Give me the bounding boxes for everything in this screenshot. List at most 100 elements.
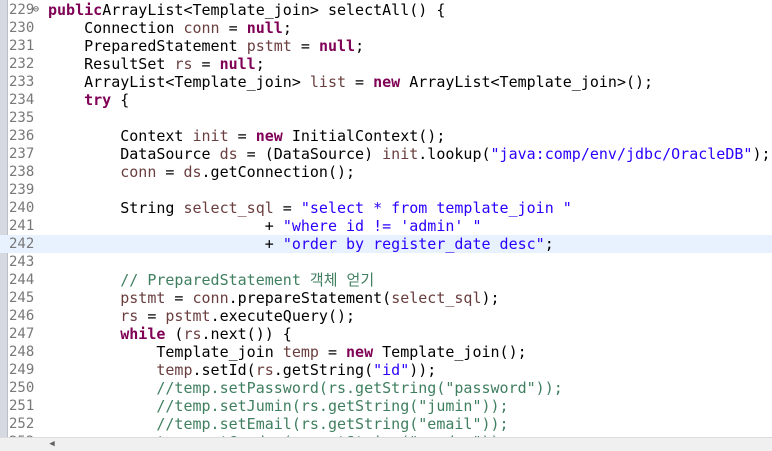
code-line[interactable]: 234 try { [0,91,772,109]
code-line[interactable]: 236 Context init = new InitialContext(); [0,127,772,145]
line-number: 242 [9,236,35,252]
code-line[interactable]: 244 // PreparedStatement 객체 얻기 [0,271,772,289]
code-line[interactable]: 247 while (rs.next()) { [0,325,772,343]
code-token: .lookup( [418,145,491,163]
code-text[interactable]: ArrayList<Template_join> list = new Arra… [48,73,653,91]
code-token: temp [156,361,193,379]
code-line[interactable]: 229 ⊖ publicArrayList<Template_join> selec… [0,1,772,19]
line-number: 240 [9,200,35,216]
code-line[interactable]: 232 ResultSet rs = null; [0,55,772,73]
code-token: conn [192,289,229,307]
code-text[interactable]: //temp.setJumin(rs.getString("jumin")); [48,397,509,415]
fold-collapse-icon[interactable]: ⊖ [30,1,42,19]
code-line[interactable]: 240 String select_sql = "select * from t… [0,199,772,217]
code-text[interactable]: //temp.setPassword(rs.getString("passwor… [48,379,562,397]
code-line[interactable]: 233 ArrayList<Template_join> list = new … [0,73,772,91]
line-number: 243 [9,254,35,270]
code-text[interactable]: String select_sql = "select * from templ… [48,199,572,217]
code-text[interactable]: //temp.setEmail(rs.getString("email")); [48,415,508,433]
code-token: select_sql [391,289,482,307]
code-token: rs [174,55,193,73]
code-line[interactable]: 252 //temp.setEmail(rs.getString("email"… [0,415,772,433]
code-line[interactable]: 245 pstmt = conn.prepareStatement(select… [0,289,772,307]
line-number: 247 [9,326,35,342]
line-number: 230 [9,20,35,36]
code-line[interactable]: 235 [0,109,772,127]
code-token: Connection [48,19,184,37]
code-line[interactable]: 239 [0,181,772,199]
code-token: .prepareStatement( [228,289,392,307]
code-text[interactable]: PreparedStatement pstmt = null; [48,37,364,55]
code-text[interactable]: temp.setId(rs.getString("id")); [48,361,436,379]
code-token: try [84,91,112,109]
code-text[interactable]: DataSource ds = (DataSource) init.lookup… [48,145,770,163]
code-line[interactable]: 230 Connection conn = null; [0,19,772,37]
scroll-left-arrow-icon[interactable]: ◀ [46,438,58,451]
code-line[interactable]: 241 + "where id != 'admin' " [0,217,772,235]
code-line[interactable]: 246 rs = pstmt.executeQuery(); [0,307,772,325]
code-text[interactable]: Template_join temp = new Template_join()… [48,343,526,361]
code-token: pstmt [120,289,166,307]
code-token: //temp.setJumin(rs.getString("jumin")); [156,397,509,415]
code-line[interactable]: 242 + "order by register_date desc"; [0,235,772,253]
code-token: "select * from template_join " [300,199,572,217]
code-text[interactable]: Connection conn = null; [48,19,292,37]
code-line[interactable]: 250 //temp.setPassword(rs.getString("pas… [0,379,772,397]
code-line[interactable]: 237 DataSource ds = (DataSource) init.lo… [0,145,772,163]
code-token: ds [183,163,202,181]
line-number: 246 [9,308,35,324]
code-token: init [382,145,419,163]
code-token: .setId( [192,361,256,379]
code-text[interactable]: + "where id != 'admin' " [48,217,482,235]
code-token: = (DataSource) [237,145,383,163]
code-text[interactable]: pstmt = conn.prepareStatement(select_sql… [48,289,499,307]
line-number: 239 [9,182,35,198]
code-lines[interactable]: 229 ⊖ publicArrayList<Template_join> selec… [0,1,772,451]
code-token: rs [120,307,139,325]
code-text[interactable]: publicArrayList<Template_join> selectAll… [48,1,445,19]
code-token: = [346,73,374,91]
code-token: .getConnection(); [201,163,356,181]
line-number: 231 [9,38,35,54]
code-token: rs [183,325,202,343]
code-token: ; [355,37,365,55]
code-token: .next()) { [201,325,292,343]
line-number: 237 [9,146,35,162]
line-number: 244 [9,272,35,288]
code-token: = [219,19,247,37]
code-line[interactable]: 231 PreparedStatement pstmt = null; [0,37,772,55]
code-text[interactable]: conn = ds.getConnection(); [48,163,355,181]
code-text[interactable]: while (rs.next()) { [48,325,292,343]
code-token: null [246,19,283,37]
code-line[interactable]: 251 //temp.setJumin(rs.getString("jumin"… [0,397,772,415]
code-token: null [219,55,256,73]
code-token: InitialContext(); [282,127,446,145]
line-number: 236 [9,128,35,144]
code-token: "id" [373,361,410,379]
code-text[interactable]: rs = pstmt.executeQuery(); [48,307,355,325]
line-number: 250 [9,380,35,396]
code-line[interactable]: 238 conn = ds.getConnection(); [0,163,772,181]
code-token: ; [255,55,265,73]
code-text[interactable]: ResultSet rs = null; [48,55,265,73]
code-text[interactable]: try { [48,91,129,109]
code-text[interactable]: // PreparedStatement 객체 얻기 [48,271,374,289]
line-number: 251 [9,398,35,414]
code-line[interactable]: 248 Template_join temp = new Template_jo… [0,343,772,361]
code-editor[interactable]: 229 ⊖ publicArrayList<Template_join> selec… [0,0,772,451]
code-token: new [346,343,374,361]
code-line[interactable]: 243 [0,253,772,271]
code-token: "where id != 'admin' " [282,217,482,235]
code-text[interactable]: + "order by register_date desc"; [48,235,554,253]
code-text[interactable]: Context init = new InitialContext(); [48,127,445,145]
horizontal-scrollbar[interactable]: ◀ [0,437,772,451]
code-token: ; [282,19,292,37]
code-line[interactable]: 249 temp.setId(rs.getString("id")); [0,361,772,379]
code-token: pstmt [165,307,211,325]
